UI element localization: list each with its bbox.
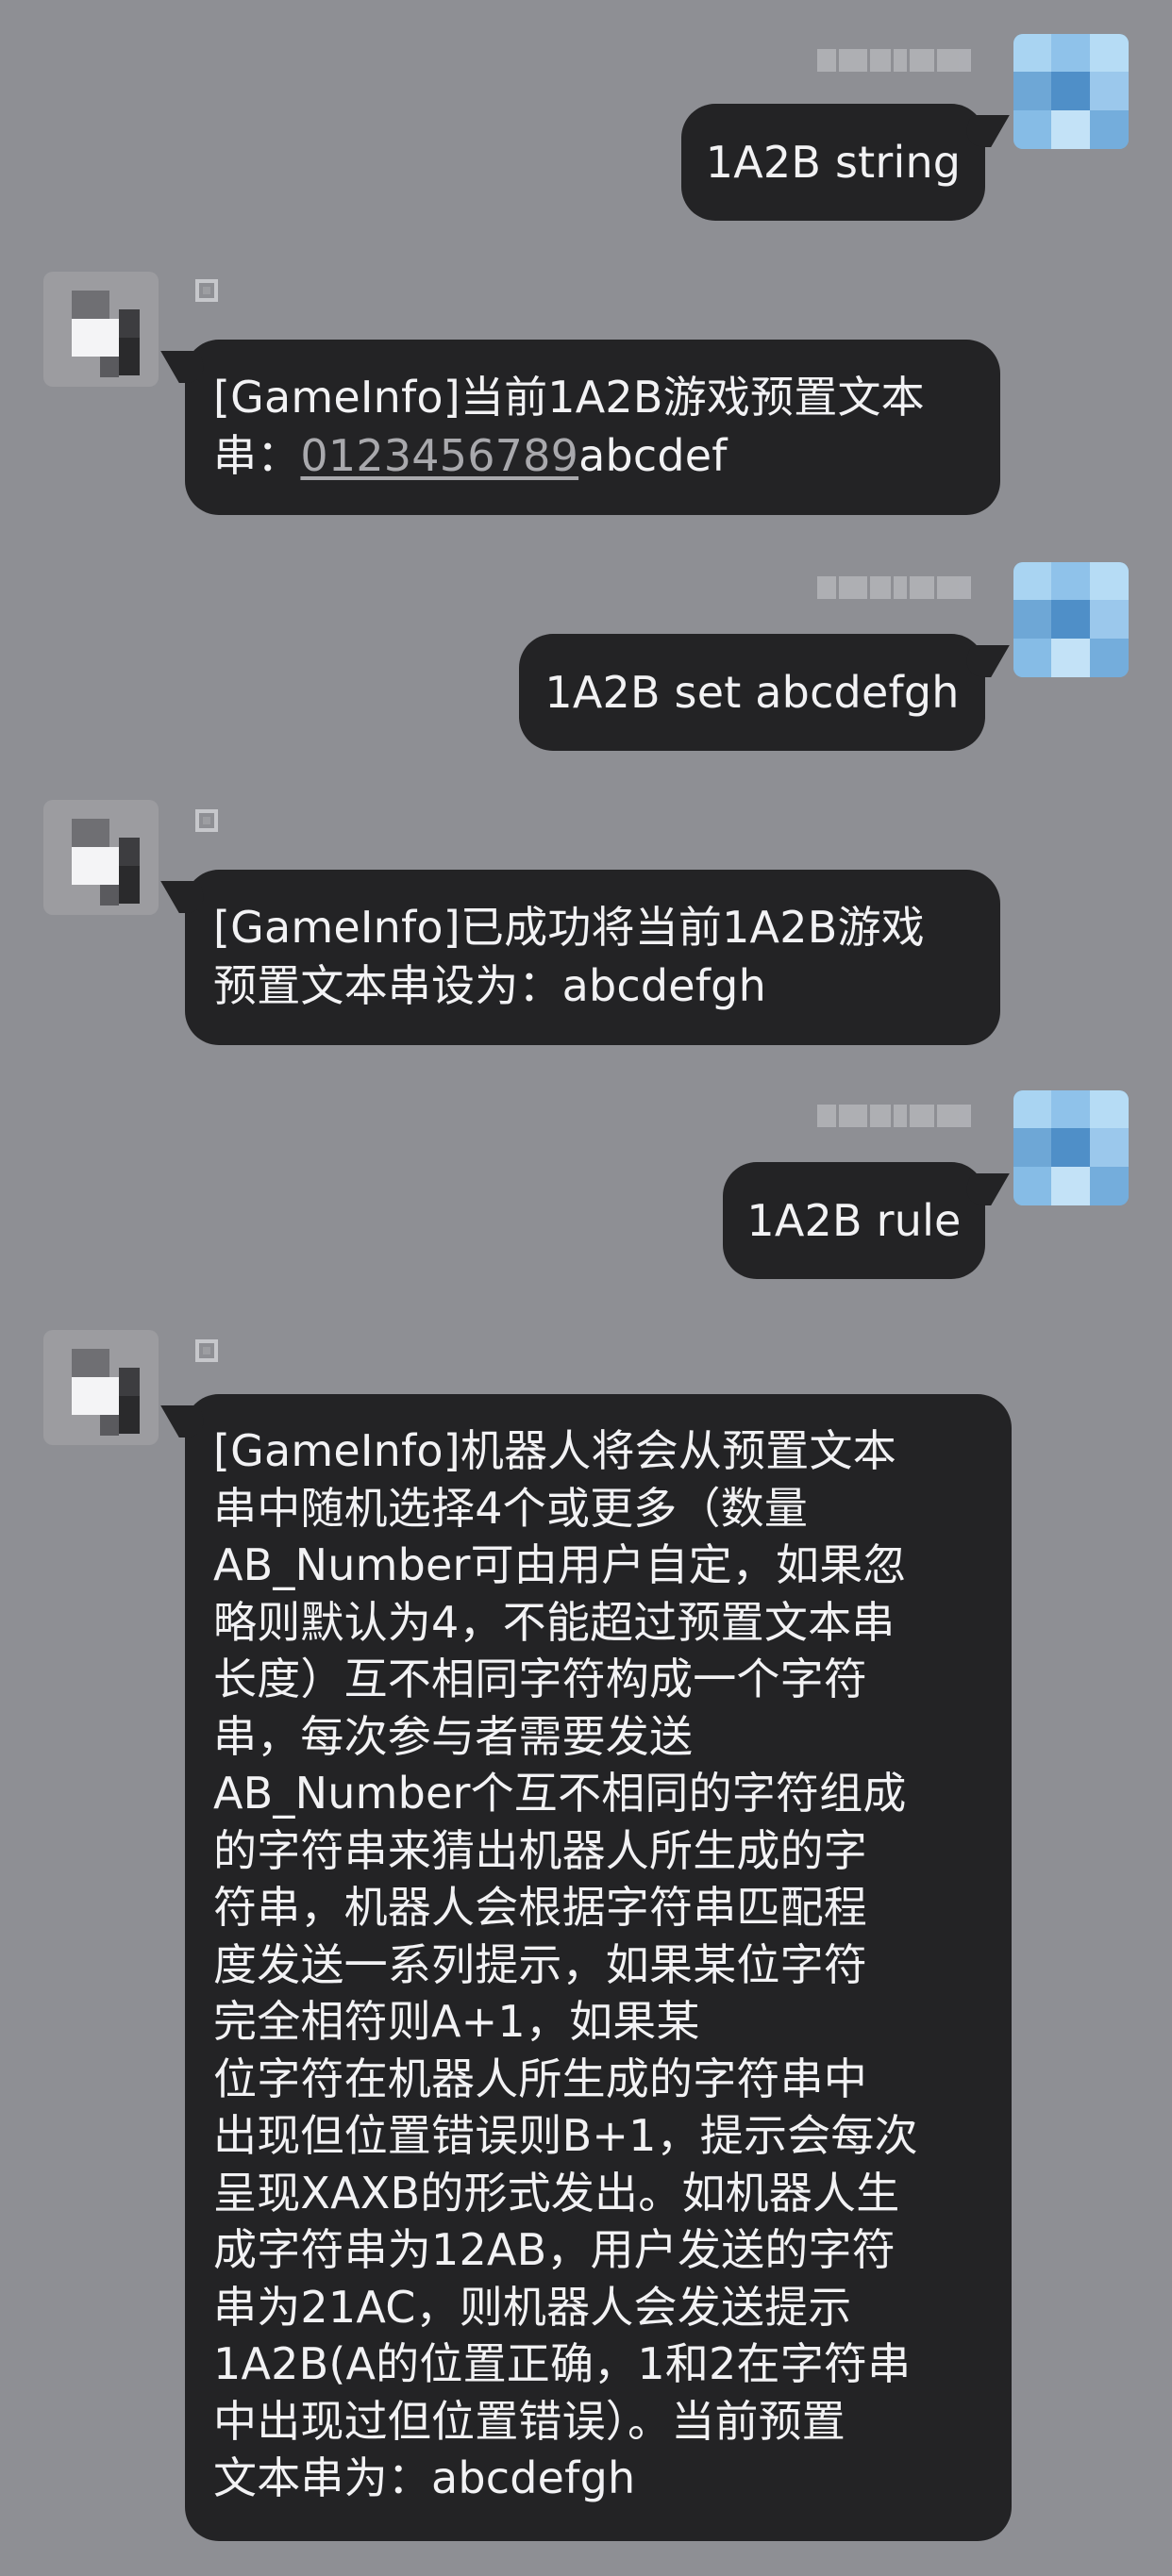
message-text: 1A2B string bbox=[705, 137, 962, 188]
message-bubble-bot[interactable]: [GameInfo]机器人将会从预置文本 串中随机选择4个或更多（数量 AB_N… bbox=[185, 1394, 1012, 2541]
message-timestamp bbox=[817, 572, 983, 604]
user-avatar[interactable] bbox=[1013, 34, 1129, 149]
message-line: 文本串为：abcdefgh bbox=[213, 2452, 636, 2503]
user-avatar[interactable] bbox=[1013, 1090, 1129, 1205]
message-line: 串，每次参与者需要发送 bbox=[213, 1710, 694, 1762]
message-timestamp bbox=[817, 44, 983, 76]
message-line: 成字符串为12AB，用户发送的字符 bbox=[213, 2224, 896, 2275]
message-bubble-user[interactable]: 1A2B string bbox=[681, 104, 985, 221]
message-line: 出现但位置错误则B+1，提示会每次 bbox=[213, 2110, 918, 2161]
message-line: 串：0123456789abcdef bbox=[213, 430, 728, 481]
message-line: 1A2B(A的位置正确，1和2在字符串 bbox=[213, 2338, 912, 2389]
message-line: 中出现过但位置错误）。当前预置 bbox=[213, 2395, 846, 2447]
message-text: 1A2B rule bbox=[746, 1195, 962, 1246]
message-bubble-user[interactable]: 1A2B set abcdefgh bbox=[519, 634, 985, 751]
message-bubble-bot[interactable]: [GameInfo]已成功将当前1A2B游戏 预置文本串设为：abcdefgh bbox=[185, 870, 1000, 1045]
message-line: 的字符串来猜出机器人所生成的字 bbox=[213, 1824, 867, 1876]
message-line: 完全相符则A+1，如果某 bbox=[213, 1996, 700, 2047]
message-line: [GameInfo]已成功将当前1A2B游戏 bbox=[213, 902, 925, 953]
message-line: [GameInfo]当前1A2B游戏预置文本 bbox=[213, 372, 925, 423]
message-bubble-user[interactable]: 1A2B rule bbox=[723, 1162, 985, 1279]
message-line: AB_Number个互不相同的字符组成 bbox=[213, 1768, 907, 1819]
bot-avatar[interactable] bbox=[43, 800, 159, 915]
message-line: [GameInfo]机器人将会从预置文本 bbox=[213, 1425, 896, 1476]
message-line: 长度）互不相同字符构成一个字符 bbox=[213, 1654, 867, 1704]
message-line: 呈现XAXB的形式发出。如机器人生 bbox=[213, 2167, 900, 2219]
message-line: AB_Number可由用户自定，如果忽 bbox=[213, 1539, 907, 1590]
message-line: 位字符在机器人所生成的字符串中 bbox=[213, 2052, 867, 2104]
message-line: 串为21AC，则机器人会发送提示 bbox=[213, 2281, 852, 2333]
sender-nickname bbox=[195, 279, 218, 302]
message-line: 串中随机选择4个或更多（数量 bbox=[213, 1482, 809, 1534]
message-bubble-bot[interactable]: [GameInfo]当前1A2B游戏预置文本 串：0123456789abcde… bbox=[185, 340, 1000, 515]
user-avatar[interactable] bbox=[1013, 562, 1129, 677]
sender-nickname bbox=[195, 809, 218, 832]
message-line: 预置文本串设为：abcdefgh bbox=[213, 960, 766, 1011]
message-link[interactable]: 0123456789 bbox=[300, 430, 578, 481]
message-timestamp bbox=[817, 1100, 983, 1132]
bot-avatar[interactable] bbox=[43, 272, 159, 387]
bot-avatar[interactable] bbox=[43, 1330, 159, 1445]
message-line: 度发送一系列提示，如果某位字符 bbox=[213, 1938, 867, 1990]
message-line: 略则默认为4，不能超过预置文本串 bbox=[213, 1596, 896, 1648]
message-line: 符串，机器人会根据字符串匹配程 bbox=[213, 1882, 867, 1933]
message-text: 1A2B set abcdefgh bbox=[544, 667, 960, 718]
sender-nickname bbox=[195, 1339, 218, 1362]
